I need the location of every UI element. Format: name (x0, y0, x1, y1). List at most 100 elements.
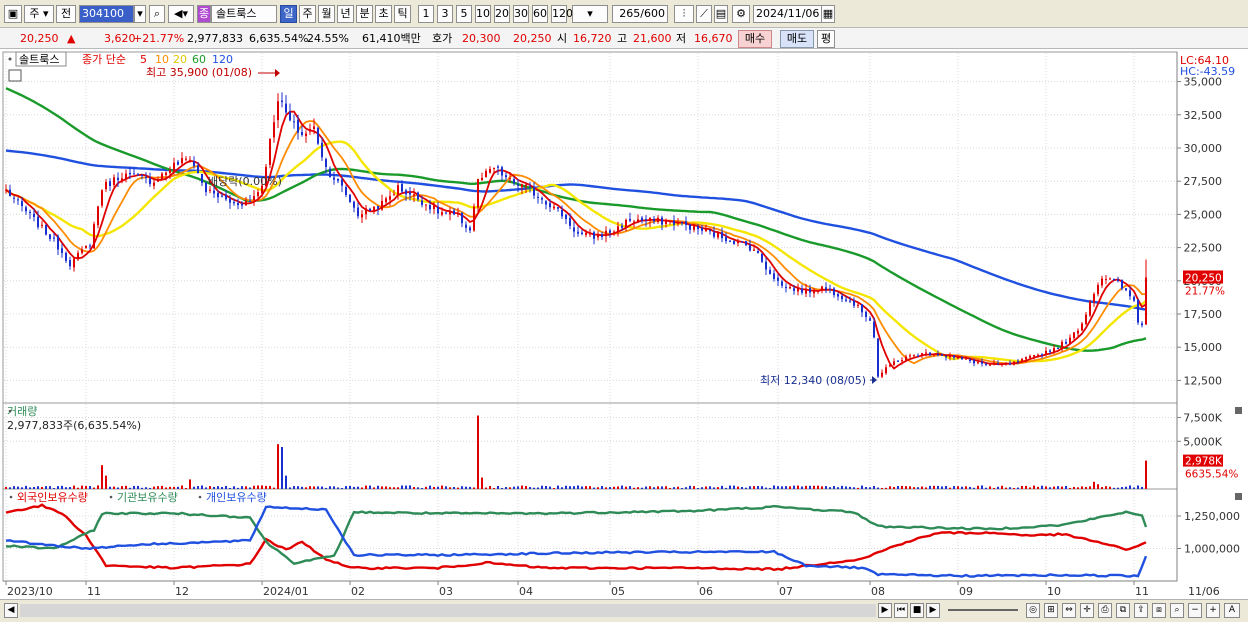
count-field[interactable]: 265/600 (612, 5, 668, 23)
volume-bar (905, 486, 907, 489)
code-dropdown-icon[interactable]: ▾ (134, 5, 146, 23)
period-select[interactable]: 주 ▾ (24, 5, 54, 23)
font-size-icon[interactable]: A (1224, 603, 1240, 618)
interval-button-20[interactable]: 20 (494, 5, 510, 23)
candle-body (813, 290, 815, 294)
holding-legend-1: 기관보유수량 (117, 491, 178, 504)
stop-icon[interactable]: ■ (910, 603, 924, 618)
candle-body (349, 194, 351, 203)
print-icon[interactable]: ⎙ (1098, 603, 1112, 618)
candle-body (17, 199, 19, 201)
interval-button-5[interactable]: 5 (456, 5, 472, 23)
buy-button[interactable]: 매수 (738, 30, 772, 48)
volume-bar (869, 487, 871, 489)
rewind-icon[interactable]: ⏮ (894, 603, 908, 618)
candle-body (745, 241, 747, 246)
interval-button-30[interactable]: 30 (513, 5, 529, 23)
volume-bar (1005, 487, 1007, 489)
date-field[interactable]: 2024/11/06 (753, 5, 823, 23)
volume-bar (37, 486, 39, 489)
fit-icon[interactable]: ⊞ (1044, 603, 1058, 618)
volume-bar (721, 485, 723, 489)
volume-bar (769, 487, 771, 489)
volume-bar (181, 485, 183, 489)
interval-button-1[interactable]: 1 (418, 5, 434, 23)
draw-tool-icon[interactable]: ⟋ (696, 5, 712, 23)
period-button-분[interactable]: 분 (356, 5, 373, 23)
interval-button-120[interactable]: 120 (551, 5, 573, 23)
chart-scrollbar[interactable]: ◀ ▶ ⏮ ■ ▶ ◎ ⊞ ⇔ ✛ ⎙ ⧉ ⇪ ⧈ ⌕ − + A (0, 599, 1248, 622)
volume-bar (629, 486, 631, 489)
volume-bar (17, 486, 19, 489)
scroll-track[interactable] (20, 604, 876, 617)
period-button-주[interactable]: 주 (299, 5, 316, 23)
candle-body (209, 189, 211, 191)
candle-body (217, 192, 219, 198)
magnify-icon[interactable]: ⌕ (1170, 603, 1184, 618)
zoom-out-icon[interactable]: − (1188, 603, 1202, 618)
grid-lines (2, 51, 1178, 582)
candle-body (669, 221, 671, 223)
search-icon[interactable]: ⌕ (149, 5, 165, 23)
volume-bar (673, 487, 675, 489)
holding-panel-close-icon (1235, 493, 1242, 500)
volume-bar (269, 485, 271, 489)
x-tick-label: 04 (519, 585, 533, 598)
code-input[interactable]: 304100 (79, 5, 134, 23)
candle-body (461, 213, 463, 224)
copy-icon[interactable]: ⧉ (1116, 603, 1130, 618)
zoom-in-icon[interactable]: + (1206, 603, 1220, 618)
prev-button[interactable]: 전 (56, 5, 76, 23)
candle-body (565, 214, 567, 220)
candle-body (997, 363, 999, 365)
volume-bar (549, 486, 551, 489)
candle-type-icon[interactable]: ⫶ (674, 5, 694, 23)
interval-button-60[interactable]: 60 (532, 5, 548, 23)
save-icon[interactable]: ▤ (714, 5, 728, 23)
period-button-년[interactable]: 년 (337, 5, 354, 23)
period-button-일[interactable]: 일 (280, 5, 297, 23)
ma-legend-120: 120 (212, 53, 233, 66)
gear-icon[interactable]: ⚙ (732, 5, 750, 23)
eval-button[interactable]: 평 (817, 30, 835, 48)
sell-button[interactable]: 매도 (780, 30, 814, 48)
speaker-icon[interactable]: ◀▾ (168, 5, 194, 23)
interval-button-10[interactable]: 10 (475, 5, 491, 23)
volume-bar (145, 487, 147, 489)
volume-bar (397, 487, 399, 489)
zoom-reset-icon[interactable]: ◎ (1026, 603, 1040, 618)
crosshair-icon[interactable]: ✛ (1080, 603, 1094, 618)
volume-bar (241, 486, 243, 489)
chart-area[interactable]: 35,00032,50030,00027,50025,00022,50020,0… (0, 49, 1248, 599)
period-button-월[interactable]: 월 (318, 5, 335, 23)
interval-dropdown[interactable]: ▾ (572, 5, 608, 23)
window-icon[interactable]: ▣ (4, 5, 22, 23)
candle-body (837, 293, 839, 297)
period-button-틱[interactable]: 틱 (394, 5, 411, 23)
zoom-slider[interactable] (948, 609, 1018, 611)
export-icon[interactable]: ⇪ (1134, 603, 1148, 618)
period-button-초[interactable]: 초 (375, 5, 392, 23)
candle-body (689, 224, 691, 230)
candle-body (149, 178, 151, 185)
scroll-right-icon[interactable]: ▶ (878, 603, 892, 618)
candle-body (1033, 354, 1035, 357)
candle-body (1013, 361, 1015, 365)
stock-badge: 종 (197, 5, 211, 23)
play-icon[interactable]: ▶ (926, 603, 940, 618)
candle-body (969, 359, 971, 361)
image-icon[interactable]: ⧈ (1152, 603, 1166, 618)
candle-body (445, 212, 447, 214)
price-tick-label: 30,000 (1184, 142, 1223, 155)
stock-name-field[interactable]: 솔트룩스 (211, 5, 277, 23)
volume-bar (53, 488, 55, 490)
calendar-icon[interactable]: ▦ (821, 5, 835, 23)
interval-button-3[interactable]: 3 (437, 5, 453, 23)
compare-icon[interactable]: ⇔ (1062, 603, 1076, 618)
volume-bar (837, 487, 839, 489)
candle-body (49, 234, 51, 239)
scroll-left-icon[interactable]: ◀ (4, 603, 18, 618)
volume-bar (1033, 485, 1035, 489)
volume-bar (221, 487, 223, 489)
candle-body (273, 122, 275, 138)
